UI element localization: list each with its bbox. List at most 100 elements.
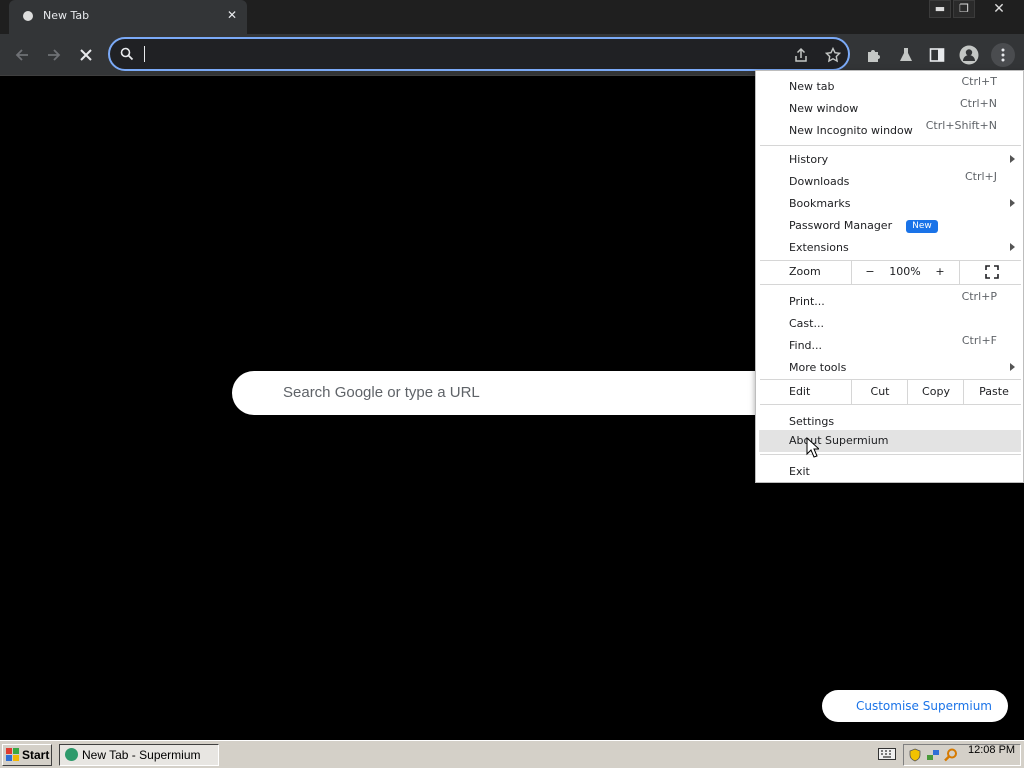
ntp-search-placeholder: Search Google or type a URL [283, 384, 480, 401]
search-tray-icon[interactable] [944, 748, 958, 762]
menu-item-label: New window [789, 102, 859, 115]
tab-close-icon[interactable]: ✕ [225, 8, 239, 22]
zoom-value: 100% [889, 265, 921, 278]
menu-item-label: Extensions [789, 241, 849, 254]
menu-item-new-incognito[interactable]: New Incognito window Ctrl+Shift+N [756, 119, 1023, 142]
menu-item-new-tab[interactable]: New tab Ctrl+T [756, 75, 1023, 98]
keyboard-icon[interactable] [878, 748, 896, 760]
menu-item-shortcut: Ctrl+J [964, 170, 997, 183]
paste-button[interactable]: Paste [963, 380, 1024, 404]
clock: 12:08 PM [968, 744, 1016, 756]
cut-button[interactable]: Cut [851, 380, 908, 404]
menu-item-shortcut: Ctrl+N [959, 97, 997, 110]
windows-logo-icon [6, 748, 19, 761]
forward-button[interactable] [42, 43, 66, 67]
menu-separator [760, 284, 1021, 285]
edit-label: Edit [789, 385, 811, 398]
submenu-arrow-icon [1010, 363, 1015, 371]
stop-icon [80, 49, 92, 61]
profile-avatar-icon [959, 45, 979, 65]
labs-flask-icon [900, 48, 912, 61]
menu-item-extensions[interactable]: Extensions [756, 237, 1023, 259]
menu-item-label: About Supermium [789, 434, 889, 447]
star-icon [825, 47, 841, 63]
minimize-button[interactable]: ▬ [929, 0, 951, 18]
menu-button[interactable] [991, 43, 1015, 67]
menu-item-label: Downloads [789, 175, 850, 188]
submenu-arrow-icon [1010, 243, 1015, 251]
menu-item-password-manager[interactable]: Password Manager New [756, 215, 1023, 237]
password-manager-label: Password Manager [789, 219, 893, 232]
menu-item-find[interactable]: Find... Ctrl+F [756, 334, 1023, 357]
menu-item-cast[interactable]: Cast... [756, 313, 1023, 335]
app-menu: New tab Ctrl+T New window Ctrl+N New Inc… [755, 70, 1024, 483]
menu-item-history[interactable]: History [756, 149, 1023, 171]
menu-item-print[interactable]: Print... Ctrl+P [756, 290, 1023, 313]
network-icon[interactable] [926, 748, 940, 762]
labs-button[interactable] [895, 44, 917, 66]
shield-icon[interactable] [908, 748, 922, 762]
search-icon [120, 47, 134, 61]
mouse-cursor-icon [806, 437, 819, 458]
text-caret [144, 46, 145, 62]
zoom-label: Zoom [789, 265, 821, 278]
copy-button[interactable]: Copy [907, 380, 964, 404]
menu-item-downloads[interactable]: Downloads Ctrl+J [756, 170, 1023, 193]
close-window-button[interactable]: ✕ [977, 0, 1021, 18]
restore-button[interactable]: ❐ [953, 0, 975, 18]
back-arrow-icon [15, 49, 28, 61]
submenu-arrow-icon [1010, 155, 1015, 163]
tab-new-tab[interactable]: New Tab ✕ [9, 0, 247, 34]
stop-button[interactable] [74, 43, 98, 67]
extensions-puzzle-icon [868, 50, 880, 62]
menu-edit-row: Edit Cut Copy Paste [756, 380, 1023, 404]
address-input[interactable] [144, 44, 764, 64]
zoom-in-button[interactable]: + [923, 260, 957, 284]
menu-item-label: History [789, 153, 829, 166]
share-button[interactable] [792, 46, 810, 64]
customise-button[interactable]: Customise Supermium [822, 690, 1008, 722]
fullscreen-icon [985, 265, 999, 279]
menu-kebab-icon [1001, 48, 1005, 62]
menu-item-bookmarks[interactable]: Bookmarks [756, 193, 1023, 215]
menu-item-label: Exit [789, 465, 810, 478]
supermium-icon [65, 748, 78, 761]
taskbar-item-supermium[interactable]: New Tab - Supermium [59, 744, 219, 766]
menu-item-label: Find... [789, 339, 823, 352]
profile-button[interactable] [958, 44, 980, 66]
zoom-out-button[interactable]: − [851, 260, 888, 284]
menu-item-exit[interactable]: Exit [756, 461, 1023, 483]
submenu-arrow-icon [1010, 199, 1015, 207]
menu-item-label: Settings [789, 415, 835, 428]
extensions-button[interactable] [863, 44, 885, 66]
menu-item-shortcut: Ctrl+T [961, 75, 997, 88]
menu-item-label: More tools [789, 361, 847, 374]
menu-item-more-tools[interactable]: More tools [756, 357, 1023, 379]
start-button[interactable]: Start [2, 744, 52, 766]
side-panel-icon [929, 48, 945, 62]
menu-separator [760, 454, 1021, 455]
menu-item-shortcut: Ctrl+Shift+N [925, 119, 997, 132]
menu-separator [760, 404, 1021, 405]
start-label: Start [22, 748, 50, 762]
menu-item-label: New tab [789, 80, 835, 93]
menu-item-label: Bookmarks [789, 197, 851, 210]
menu-item-new-window[interactable]: New window Ctrl+N [756, 97, 1023, 120]
side-panel-button[interactable] [926, 44, 948, 66]
tab-title: New Tab [43, 9, 90, 22]
ntp-search-box[interactable]: Search Google or type a URL [232, 371, 792, 415]
back-button[interactable] [10, 43, 34, 67]
forward-arrow-icon [48, 49, 61, 61]
menu-separator [760, 145, 1021, 146]
menu-item-label: Password Manager New [789, 219, 938, 233]
fullscreen-button[interactable] [959, 260, 1024, 284]
menu-item-shortcut: Ctrl+F [961, 334, 997, 347]
bookmark-star-button[interactable] [824, 46, 842, 64]
new-badge: New [906, 220, 938, 233]
address-bar[interactable] [108, 37, 850, 71]
menu-item-about[interactable]: About Supermium [759, 430, 1021, 452]
menu-item-label: Cast... [789, 317, 824, 330]
taskbar: Start New Tab - Supermium 12:08 PM [0, 740, 1024, 768]
title-bar: New Tab ✕ ▬ ❐ ✕ [0, 0, 1024, 34]
menu-item-label: Print... [789, 295, 825, 308]
